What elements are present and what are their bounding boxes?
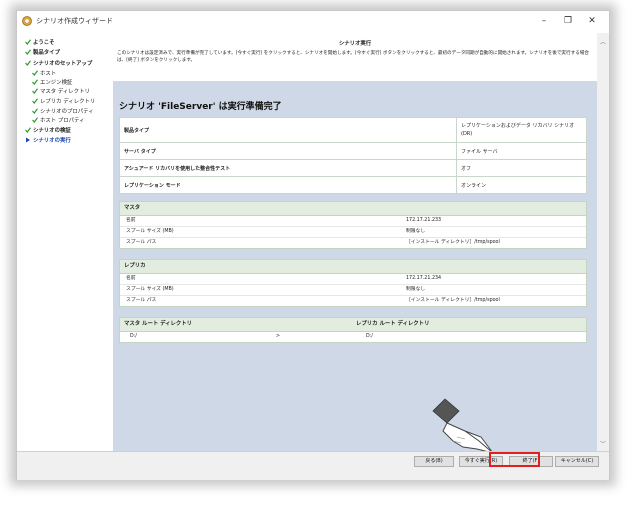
table-row: 製品タイプ レプリケーションおよびデータ リカバリ シナリオ (DR) bbox=[119, 117, 587, 143]
window-title: シナリオ作成ウィザード bbox=[36, 17, 113, 25]
table-row: 名前 172.17.21.233 bbox=[120, 216, 586, 227]
summary-value: オフ bbox=[456, 159, 587, 177]
step-description: このシナリオは設定済みで、実行準備が完了しています。[今すぐ実行] をクリックす… bbox=[117, 51, 589, 63]
wizard-window: シナリオ作成ウィザード – ❐ ✕ ようこそ 製品タイプ シナリオのセットアップ ホス… bbox=[16, 10, 610, 480]
checkmark-icon bbox=[32, 117, 38, 123]
checkmark-icon bbox=[32, 98, 38, 104]
row-value: 制限なし bbox=[406, 229, 426, 234]
replica-section: レプリカ 名前 172.17.21.234 スプール サイズ (MB) 制限なし… bbox=[119, 259, 587, 307]
finish-highlight-box bbox=[489, 452, 540, 467]
sidebar-item-label: ようこそ bbox=[33, 40, 55, 46]
arrow-indicator: > bbox=[276, 334, 281, 339]
table-row: スプール サイズ (MB) 制限なし bbox=[120, 227, 586, 238]
checkmark-icon bbox=[32, 108, 38, 114]
directories-header: マスタ ルート ディレクトリ レプリカ ルート ディレクトリ bbox=[120, 318, 586, 332]
sidebar-item-label: マスタ ディレクトリ bbox=[40, 89, 90, 95]
row-key: スプール パス bbox=[126, 240, 157, 245]
table-row: アシュアード リカバリを使用した整合性テスト オフ bbox=[119, 159, 587, 177]
back-button[interactable]: 戻る(B) bbox=[414, 456, 454, 467]
replica-root-header: レプリカ ルート ディレクトリ bbox=[356, 321, 430, 327]
summary-table: 製品タイプ レプリケーションおよびデータ リカバリ シナリオ (DR) サーバ … bbox=[119, 117, 587, 194]
maximize-button[interactable]: ❐ bbox=[557, 14, 579, 28]
row-value: 制限なし bbox=[406, 287, 426, 292]
sidebar-item: エンジン検証 bbox=[32, 78, 72, 86]
table-row: スプール パス ［インストール ディレクトリ］/tmp/spool bbox=[120, 296, 586, 306]
master-heading: マスタ bbox=[120, 202, 586, 216]
wizard-steps-sidebar: ようこそ製品タイプシナリオのセットアップホストエンジン検証マスタ ディレクトリレ… bbox=[17, 33, 113, 451]
checkmark-icon bbox=[25, 49, 31, 55]
sidebar-item: ホスト プロパティ bbox=[32, 116, 85, 124]
checkmark-icon bbox=[32, 88, 38, 94]
sidebar-item-label: シナリオのプロパティ bbox=[40, 109, 94, 115]
sidebar-item-label: シナリオの実行 bbox=[33, 138, 71, 144]
sidebar-item: レプリカ ディレクトリ bbox=[32, 97, 95, 105]
checkmark-icon bbox=[32, 70, 38, 76]
sidebar-item-label: ホスト bbox=[40, 71, 57, 77]
table-row: サーバ タイプ ファイル サーバ bbox=[119, 142, 587, 160]
summary-key: サーバ タイプ bbox=[119, 142, 457, 160]
row-value: ［インストール ディレクトリ］/tmp/spool bbox=[406, 298, 500, 303]
checkmark-icon bbox=[25, 39, 31, 45]
checkmark-icon bbox=[32, 79, 38, 85]
sidebar-item-label: シナリオの検証 bbox=[33, 128, 71, 134]
table-row: スプール サイズ (MB) 制限なし bbox=[120, 285, 586, 296]
row-key: 名前 bbox=[126, 218, 136, 223]
summary-value: オンライン bbox=[456, 176, 587, 194]
cancel-button[interactable]: キャンセル(C) bbox=[555, 456, 599, 467]
sidebar-item: ようこそ bbox=[25, 38, 55, 46]
scroll-up-icon[interactable]: ︿ bbox=[599, 37, 607, 46]
row-key: スプール サイズ (MB) bbox=[126, 229, 174, 234]
table-row: レプリケーション モード オンライン bbox=[119, 176, 587, 194]
row-value: 172.17.21.234 bbox=[406, 276, 442, 281]
table-row: スプール パス ［インストール ディレクトリ］/tmp/spool bbox=[120, 238, 586, 248]
checkmark-icon bbox=[25, 60, 31, 66]
master-root-value: D:/ bbox=[130, 334, 137, 339]
row-key: スプール サイズ (MB) bbox=[126, 287, 174, 292]
sidebar-item: シナリオの検証 bbox=[25, 126, 71, 134]
table-row: D:/ > D:/ bbox=[120, 332, 586, 342]
row-value: ［インストール ディレクトリ］/tmp/spool bbox=[406, 240, 500, 245]
pointing-hand-icon bbox=[432, 398, 495, 454]
summary-key: 製品タイプ bbox=[119, 117, 457, 143]
master-section: マスタ 名前 172.17.21.233 スプール サイズ (MB) 制限なし … bbox=[119, 201, 587, 249]
replica-root-value: D:/ bbox=[366, 334, 373, 339]
sidebar-item-label: レプリカ ディレクトリ bbox=[40, 99, 96, 105]
master-root-header: マスタ ルート ディレクトリ bbox=[124, 321, 193, 327]
sidebar-item: シナリオのプロパティ bbox=[32, 107, 94, 115]
app-icon bbox=[22, 16, 32, 26]
vertical-scrollbar[interactable]: ︿ ﹀ bbox=[597, 33, 609, 451]
sidebar-item-label: 製品タイプ bbox=[33, 50, 60, 56]
sidebar-item-label: ホスト プロパティ bbox=[40, 118, 85, 124]
replica-heading: レプリカ bbox=[120, 260, 586, 274]
scroll-down-icon[interactable]: ﹀ bbox=[599, 439, 607, 448]
close-button[interactable]: ✕ bbox=[581, 14, 603, 28]
step-title: シナリオ実行 bbox=[338, 41, 372, 47]
step-header: シナリオ実行 このシナリオは設定済みで、実行準備が完了しています。[今すぐ実行]… bbox=[113, 33, 597, 82]
minimize-button[interactable]: – bbox=[533, 14, 555, 28]
summary-key: アシュアード リカバリを使用した整合性テスト bbox=[119, 159, 457, 177]
directories-section: マスタ ルート ディレクトリ レプリカ ルート ディレクトリ D:/ > D:/ bbox=[119, 317, 587, 343]
sidebar-item: マスタ ディレクトリ bbox=[32, 87, 90, 95]
row-key: スプール パス bbox=[126, 298, 157, 303]
sidebar-item: ホスト bbox=[32, 69, 56, 77]
sidebar-item: 製品タイプ bbox=[25, 48, 60, 56]
row-value: 172.17.21.233 bbox=[406, 218, 442, 223]
table-row: 名前 172.17.21.234 bbox=[120, 274, 586, 285]
summary-key: レプリケーション モード bbox=[119, 176, 457, 194]
sidebar-item-label: エンジン検証 bbox=[40, 80, 73, 86]
sidebar-item-label: シナリオのセットアップ bbox=[33, 61, 93, 67]
current-step-arrow-icon bbox=[26, 137, 30, 143]
content-area: シナリオ実行 このシナリオは設定済みで、実行準備が完了しています。[今すぐ実行]… bbox=[113, 33, 597, 454]
sidebar-item: シナリオのセットアップ bbox=[25, 59, 92, 67]
page-title: シナリオ 'FileServer' は実行準備完了 bbox=[119, 102, 282, 112]
checkmark-icon bbox=[25, 127, 31, 133]
title-bar: シナリオ作成ウィザード – ❐ ✕ bbox=[17, 11, 609, 33]
summary-value: レプリケーションおよびデータ リカバリ シナリオ (DR) bbox=[456, 117, 587, 143]
summary-value: ファイル サーバ bbox=[456, 142, 587, 160]
sidebar-item: シナリオの実行 bbox=[25, 136, 71, 144]
row-key: 名前 bbox=[126, 276, 136, 281]
